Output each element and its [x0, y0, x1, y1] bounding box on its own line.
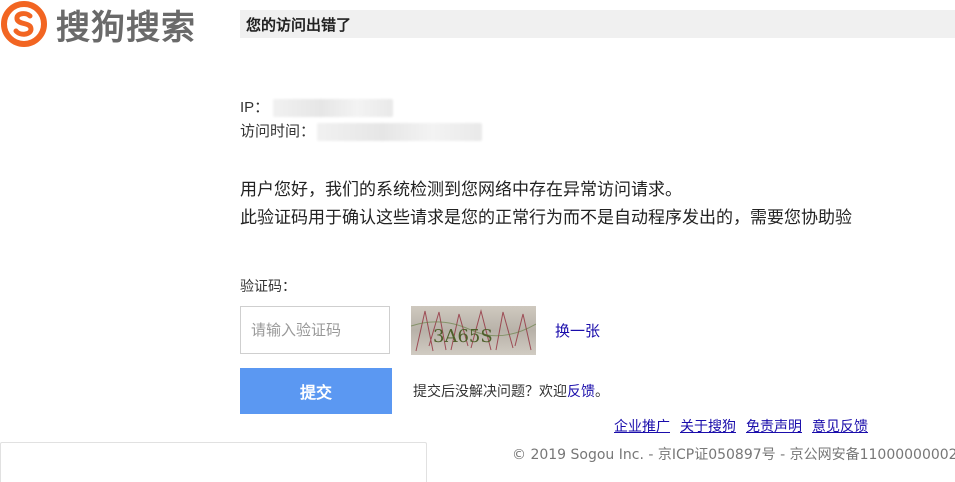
time-value-redacted — [317, 123, 483, 141]
message-block: 用户您好，我们的系统检测到您网络中存在异常访问请求。 此验证码用于确认这些请求是… — [240, 176, 955, 232]
page-title: 您的访问出错了 — [246, 15, 352, 34]
help-suffix: 。 — [595, 384, 609, 400]
footer-link-feedback[interactable]: 意见反馈 — [812, 416, 868, 436]
captcha-image-text: 3A65S — [433, 326, 493, 347]
time-row: 访问时间： — [240, 120, 483, 144]
copyright-text: © 2019 Sogou Inc. - 京ICP证050897号 - 京公网安备… — [512, 447, 955, 463]
footer-link-disclaimer[interactable]: 免责声明 — [746, 416, 802, 436]
ip-row: IP： — [240, 96, 482, 120]
sogou-logo[interactable]: 搜狗搜索 — [0, 0, 196, 48]
ip-value-redacted — [273, 99, 394, 117]
feedback-link[interactable]: 反馈 — [567, 384, 595, 400]
help-prefix: 提交后没解决问题？欢迎 — [413, 384, 567, 400]
captcha-image: 3A65S — [411, 306, 536, 355]
footer-link-ads[interactable]: 企业推广 — [614, 416, 670, 436]
captcha-input[interactable] — [240, 306, 390, 354]
help-text: 提交后没解决问题？欢迎反馈。 — [413, 381, 609, 401]
bottom-panel — [0, 442, 427, 482]
time-label: 访问时间： — [240, 123, 316, 140]
captcha-label: 验证码： — [240, 279, 296, 295]
sogou-logo-icon — [0, 0, 48, 48]
footer-link-about[interactable]: 关于搜狗 — [680, 416, 736, 436]
refresh-captcha-link[interactable]: 换一张 — [555, 320, 600, 341]
message-line-1: 用户您好，我们的系统检测到您网络中存在异常访问请求。 — [240, 180, 682, 200]
footer-links: 企业推广 关于搜狗 免责声明 意见反馈 — [614, 416, 868, 436]
error-title-bar: 您的访问出错了 — [240, 10, 955, 38]
ip-label: IP： — [240, 99, 270, 116]
submit-button[interactable]: 提交 — [240, 368, 392, 414]
message-line-2: 此验证码用于确认这些请求是您的正常行为而不是自动程序发出的，需要您协助验 — [240, 208, 852, 228]
copyright: © 2019 Sogou Inc. - 京ICP证050897号 - 京公网安备… — [512, 444, 955, 464]
logo-text: 搜狗搜索 — [56, 7, 196, 48]
access-info: IP： 访问时间： — [240, 96, 483, 144]
